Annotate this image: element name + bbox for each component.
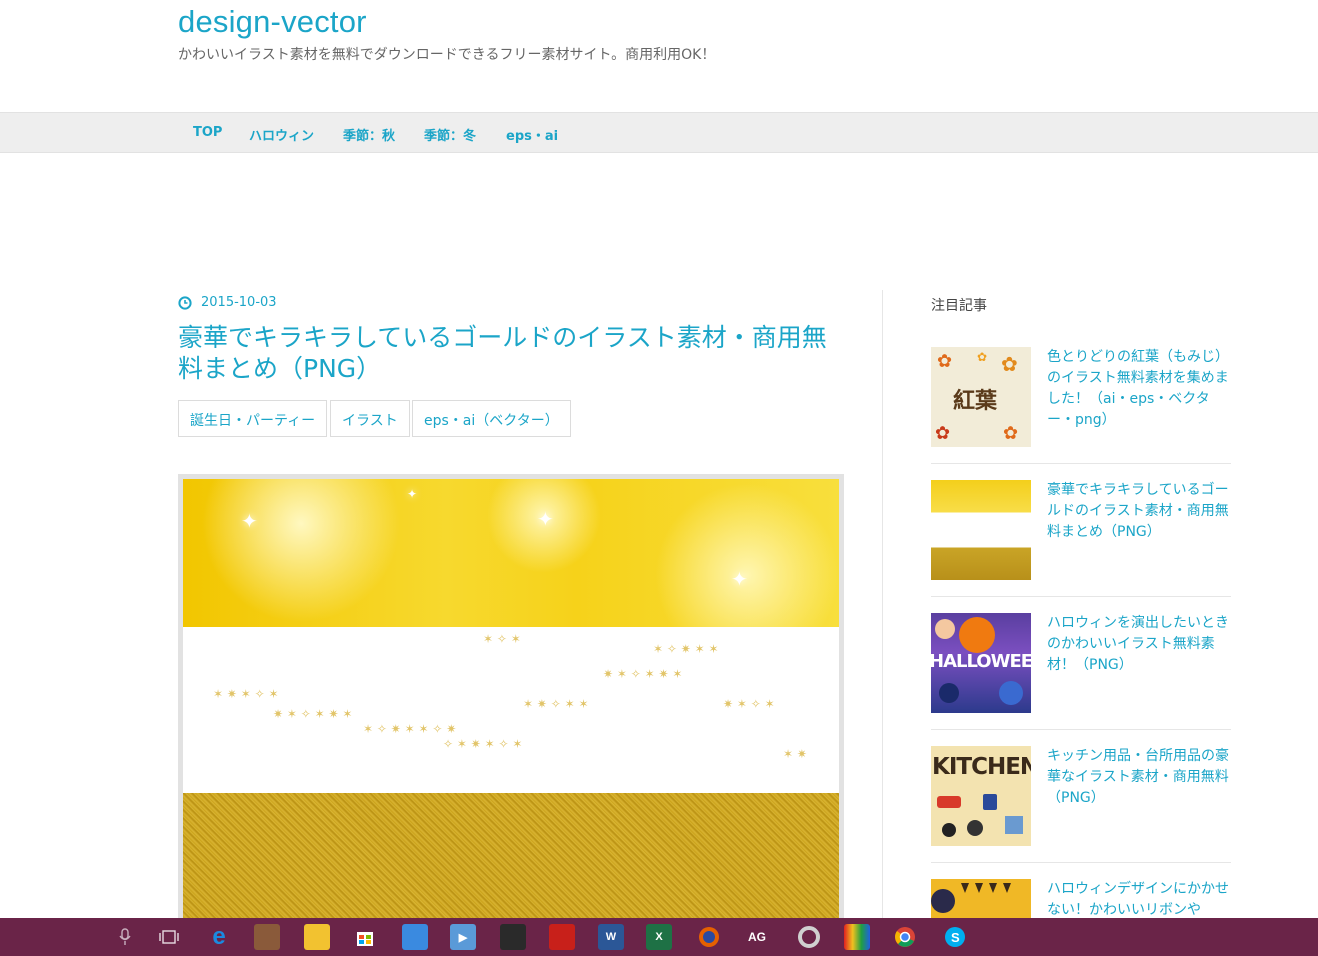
svg-text:✿: ✿ (937, 351, 952, 372)
sidebar-article-title[interactable]: ハロウィンを演出したいときのかわいいイラスト無料素材！（PNG） (1047, 613, 1231, 676)
contacts-icon[interactable] (402, 924, 428, 950)
sidebar-article[interactable]: HALLOWEEN ハロウィンを演出したいときのかわいいイラスト無料素材！（PN… (931, 613, 1231, 730)
star-icon: ✶ ✧ ✶ (483, 632, 521, 646)
task-view-icon[interactable] (156, 924, 182, 950)
main-navigation: TOP ハロウィン 季節：秋 季節：冬 eps・ai (0, 112, 1318, 153)
sidebar-article-title[interactable]: ハロウィンデザインにかかせない！かわいいリボンや (1047, 879, 1231, 921)
post-date: 2015-10-03 (178, 295, 277, 310)
gold-bokeh-image: ✦ ✦ ✦ ✦ (183, 479, 839, 627)
microphone-icon[interactable] (112, 924, 138, 950)
svg-text:✿: ✿ (977, 350, 987, 364)
sidebar-article-title[interactable]: キッチン用品・台所用品の豪華なイラスト素材・商用無料（PNG） (1047, 746, 1231, 809)
tag-illustration[interactable]: イラスト (330, 400, 410, 437)
sparkle-icon: ✦ (241, 509, 258, 533)
app-icon[interactable] (796, 924, 822, 950)
gold-glitter-stars-image: ✶ ✷ ✶ ✧ ✶ ✷ ✶ ✧ ✶ ✷ ✶ ✶ ✧ ✷ ✶ ✶ ✧ ✷ ✧ ✶ … (183, 627, 839, 793)
app-icon[interactable] (254, 924, 280, 950)
kettle-icon (937, 794, 1023, 837)
store-icon[interactable] (352, 924, 378, 950)
post-title: 豪華でキラキラしているゴールドのイラスト素材・商用無料まとめ（PNG） (178, 323, 827, 383)
nav-item-eps-ai[interactable]: eps・ai (506, 125, 558, 144)
firefox-icon[interactable] (696, 924, 722, 950)
star-icon: ✷ ✶ ✧ ✶ (723, 697, 775, 711)
article-thumbnail[interactable]: HALLOWEEN (931, 613, 1031, 713)
sidebar-article[interactable]: ✿ ✿ ✿ ✿ ✿ 紅葉 色とりどりの紅葉（もみじ）のイラスト無料素材を集めまし… (931, 347, 1231, 464)
media-player-icon[interactable]: ▶ (450, 924, 476, 950)
star-icon: ✶ ✷ (783, 747, 807, 761)
nav-item-winter[interactable]: 季節：冬 (424, 125, 476, 144)
sparkle-icon: ✦ (407, 487, 418, 501)
article-thumbnail[interactable]: KITCHEN (931, 746, 1031, 846)
nav-item-autumn[interactable]: 季節：秋 (343, 125, 395, 144)
article-thumbnail[interactable]: ✿ ✿ ✿ ✿ ✿ 紅葉 (931, 347, 1031, 447)
sidebar-heading: 注目記事 (931, 298, 987, 314)
sidebar-article-title[interactable]: 色とりどりの紅葉（もみじ）のイラスト無料素材を集めました！（ai・eps・ベクタ… (1047, 347, 1231, 431)
site-header: design-vector かわいいイラスト素材を無料でダウンロードできるフリー… (0, 0, 1318, 112)
thumb-label: 紅葉 (953, 389, 998, 414)
star-icon: ✷ ✶ ✧ ✶ ✷ ✶ (603, 667, 683, 681)
content-divider (882, 290, 883, 930)
bunting-icon (931, 883, 1011, 913)
svg-text:✿: ✿ (935, 423, 950, 444)
sparkle-icon: ✦ (537, 507, 554, 531)
file-explorer-icon[interactable] (304, 924, 330, 950)
star-icon: ✷ ✶ ✧ ✶ ✷ ✶ (273, 707, 353, 721)
nav-item-halloween[interactable]: ハロウィン (249, 125, 314, 144)
svg-text:S: S (951, 930, 960, 945)
acrobat-icon[interactable] (549, 924, 575, 950)
skype-icon[interactable]: S (942, 924, 968, 950)
article-thumbnail[interactable] (931, 480, 1031, 580)
sidebar-article[interactable]: ハロウィンデザインにかかせない！かわいいリボンや (931, 879, 1231, 956)
app-icon[interactable] (844, 924, 870, 950)
word-icon[interactable]: W (598, 924, 624, 950)
clock-icon (178, 295, 192, 310)
tag-eps-ai-vector[interactable]: eps・ai（ベクター） (412, 400, 571, 437)
star-icon: ✧ ✶ ✷ ✶ ✧ ✶ (443, 737, 523, 751)
excel-icon[interactable]: X (646, 924, 672, 950)
post-date-text: 2015-10-03 (201, 295, 277, 310)
site-title[interactable]: design-vector (178, 4, 367, 40)
chrome-icon[interactable] (892, 924, 918, 950)
star-icon: ✶ ✷ ✶ ✧ ✶ (213, 687, 279, 701)
star-icon: ✶ ✧ ✷ ✶ ✶ ✧ ✷ (363, 722, 457, 736)
edge-icon[interactable]: e (206, 923, 232, 950)
ag-icon[interactable]: AG (744, 924, 770, 950)
svg-text:✿: ✿ (1003, 423, 1018, 444)
star-icon: ✶ ✧ ✷ ✶ ✶ (653, 642, 719, 656)
tag-birthday-party[interactable]: 誕生日・パーティー (178, 400, 328, 437)
site-description: かわいいイラスト素材を無料でダウンロードできるフリー素材サイト。商用利用OK！ (178, 47, 716, 63)
featured-image: ✦ ✦ ✦ ✦ ✶ ✷ ✶ ✧ ✶ ✷ ✶ ✧ ✶ ✷ ✶ ✶ ✧ ✷ ✶ ✶ … (178, 474, 844, 934)
nav-item-top[interactable]: TOP (193, 125, 222, 140)
sidebar-article-title[interactable]: 豪華でキラキラしているゴールドのイラスト素材・商用無料まとめ（PNG） (1047, 480, 1231, 543)
sidebar-article[interactable]: 豪華でキラキラしているゴールドのイラスト素材・商用無料まとめ（PNG） (931, 480, 1231, 597)
windows-taskbar: e ▶ W X AG S (0, 918, 1318, 956)
gold-texture-image (183, 793, 839, 934)
app-icon[interactable] (500, 924, 526, 950)
sidebar-article[interactable]: KITCHEN キッチン用品・台所用品の豪華なイラスト素材・商用無料（PNG） (931, 746, 1231, 863)
sparkle-icon: ✦ (731, 567, 748, 591)
thumb-label: HALLOWEEN (931, 651, 1031, 672)
svg-text:✿: ✿ (1001, 352, 1018, 376)
star-icon: ✶ ✷ ✧ ✶ ✶ (523, 697, 589, 711)
